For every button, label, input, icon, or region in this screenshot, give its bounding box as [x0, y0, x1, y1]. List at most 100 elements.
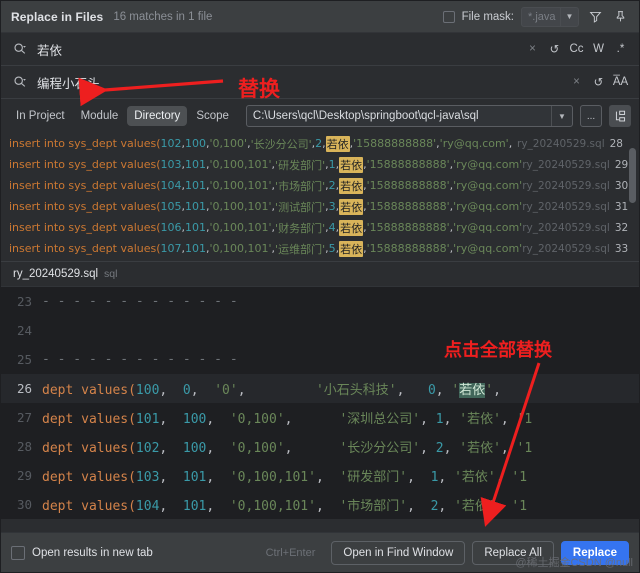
result-file-name: ry_20240529.sql	[522, 180, 610, 192]
sep: ,	[496, 499, 504, 514]
code-line[interactable]: 23- - - - - - - - - - - - -	[1, 287, 639, 316]
code-preview-panel[interactable]: 23- - - - - - - - - - - - - 24 25 - - - - -…	[1, 286, 639, 519]
scope-tab-in-project[interactable]: In Project	[9, 106, 72, 126]
page-title: Replace in Files	[11, 10, 103, 24]
scope-tab-directory[interactable]: Directory	[127, 106, 187, 126]
result-id: 104	[161, 179, 182, 192]
result-line-number: 33	[615, 243, 628, 255]
preserve-case-toggle[interactable]: A̅A	[610, 72, 631, 93]
scope-tab-scope[interactable]: Scope	[189, 106, 236, 126]
table-row[interactable]: insert into sys_dept values(105, 101, '0…	[1, 196, 639, 217]
shortcut-hint: Ctrl+Enter	[266, 547, 316, 559]
code-match-text: '若依'	[459, 412, 501, 427]
result-order: 2	[315, 137, 322, 150]
result-phone: '15888888888'	[367, 179, 450, 192]
table-row[interactable]: insert into sys_dept values(103, 101, '0…	[1, 154, 639, 175]
code-line-content: dept values(103, 101, '0,100,101', '研发部门…	[37, 466, 639, 485]
code-ancestors: '0'	[214, 383, 237, 398]
sep: ,	[397, 383, 428, 398]
sep: ,	[509, 137, 513, 150]
code-line[interactable]: 30dept values(104, 101, '0,100,101', '市场…	[1, 490, 639, 519]
file-mask-combo[interactable]: *.java ▼	[521, 7, 579, 27]
result-line-number: 30	[615, 180, 628, 192]
code-line[interactable]: 26dept values(100, 0, '0', '小石头科技', 0, '…	[1, 374, 639, 403]
scope-row: In Project Module Directory Scope C:\Use…	[1, 99, 639, 133]
result-email: 'ry@qq.com'	[453, 221, 522, 234]
file-mask-label: File mask:	[462, 11, 514, 23]
recursive-search-toggle-icon[interactable]	[609, 105, 631, 127]
result-match-highlight: 若依	[339, 178, 363, 194]
result-statement: insert into sys_dept values(	[9, 200, 161, 213]
replace-field-row[interactable]: 编程小石头 × ↺ A̅A	[1, 66, 639, 99]
code-line-content: dept values(101, 100, '0,100', '深圳总公司', …	[37, 408, 639, 427]
sep: ,	[159, 470, 182, 485]
sep: ,	[159, 412, 182, 427]
sep: ,	[159, 441, 182, 456]
match-case-toggle[interactable]: Cc	[566, 39, 587, 60]
open-in-find-window-button[interactable]: Open in Find Window	[331, 541, 465, 565]
table-row[interactable]: insert into sys_dept values(107, 101, '0…	[1, 238, 639, 259]
search-results-list[interactable]: insert into sys_dept values(102, 100, '0…	[1, 133, 639, 262]
code-line[interactable]: 29dept values(103, 101, '0,100,101', '研发…	[1, 461, 639, 490]
code-statement: dept values(	[42, 383, 136, 398]
table-row[interactable]: insert into sys_dept values(104, 101, '0…	[1, 175, 639, 196]
result-email: 'ry@qq.com'	[440, 137, 509, 150]
directory-path-combo[interactable]: C:\Users\qcl\Desktop\springboot\qcl-java…	[246, 105, 573, 127]
clear-search-icon[interactable]: ×	[522, 39, 543, 60]
replace-history-icon[interactable]: ↺	[588, 72, 609, 93]
search-input[interactable]: 若依	[37, 40, 522, 59]
line-number: 24	[1, 323, 37, 338]
path-chevron-down-icon[interactable]: ▼	[551, 106, 572, 126]
code-trailing: '1	[504, 499, 527, 514]
table-row[interactable]: insert into sys_dept values(102, 100, '0…	[1, 133, 639, 154]
code-line[interactable]: 28dept values(102, 100, '0,100', '长沙分公司'…	[1, 432, 639, 461]
pin-icon[interactable]	[611, 8, 629, 26]
directory-path-input[interactable]: C:\Users\qcl\Desktop\springboot\qcl-java…	[247, 110, 551, 122]
open-results-new-tab-checkbox[interactable]: Open results in new tab	[11, 546, 153, 560]
checkbox-box[interactable]	[11, 546, 25, 560]
result-email: 'ry@qq.com'	[453, 242, 522, 255]
chevron-down-icon[interactable]: ▼	[560, 8, 578, 26]
result-location: ry_20240529.sql29	[522, 159, 639, 171]
sep: ,	[316, 470, 339, 485]
replace-in-files-dialog: Replace in Files 16 matches in 1 file Fi…	[0, 0, 640, 573]
file-mask-checkbox[interactable]	[443, 11, 455, 23]
code-order: 1	[436, 412, 444, 427]
result-statement: insert into sys_dept values(	[9, 242, 161, 255]
sep: ,	[238, 383, 316, 398]
code-parent: 100	[183, 441, 206, 456]
replace-input[interactable]: 编程小石头	[37, 73, 566, 92]
whole-words-toggle[interactable]: W	[588, 39, 609, 60]
search-field-row[interactable]: 若依 × ↺ Cc W .*	[1, 33, 639, 66]
results-scrollbar[interactable]	[629, 148, 636, 203]
result-match-highlight: 若依	[339, 199, 363, 215]
result-statement: insert into sys_dept values(	[9, 221, 161, 234]
regex-toggle[interactable]: .*	[610, 39, 631, 60]
line-number: 29	[1, 468, 37, 483]
code-ancestors: '0,100,101'	[230, 470, 316, 485]
sep: ,	[407, 499, 430, 514]
code-parent: 101	[183, 499, 206, 514]
filter-icon[interactable]	[586, 8, 604, 26]
table-row[interactable]: insert into sys_dept values(106, 101, '0…	[1, 217, 639, 238]
line-number: 26	[1, 381, 37, 396]
result-parent: 100	[185, 137, 206, 150]
search-history-icon[interactable]: ↺	[544, 39, 565, 60]
code-dept-name: '小石头科技'	[316, 383, 397, 398]
result-order: 4	[329, 221, 336, 234]
comment-divider: - - - - - - - - - - - - -	[42, 352, 238, 367]
code-id: 103	[136, 470, 159, 485]
result-file-name: ry_20240529.sql	[522, 243, 610, 255]
code-trailing: '1	[504, 470, 527, 485]
code-statement: dept values(	[42, 470, 136, 485]
clear-replace-icon[interactable]: ×	[566, 72, 587, 93]
code-line[interactable]: 27dept values(101, 100, '0,100', '深圳总公司'…	[1, 403, 639, 432]
browse-directory-button[interactable]: ...	[580, 105, 602, 127]
code-ancestors: '0,100,101'	[230, 499, 316, 514]
dialog-titlebar: Replace in Files 16 matches in 1 file Fi…	[1, 1, 639, 33]
result-parent: 101	[185, 158, 206, 171]
scope-tab-module[interactable]: Module	[74, 106, 126, 126]
code-trailing: '1	[509, 412, 532, 427]
result-match-highlight: 若依	[339, 157, 363, 173]
line-number: 25	[1, 352, 37, 367]
